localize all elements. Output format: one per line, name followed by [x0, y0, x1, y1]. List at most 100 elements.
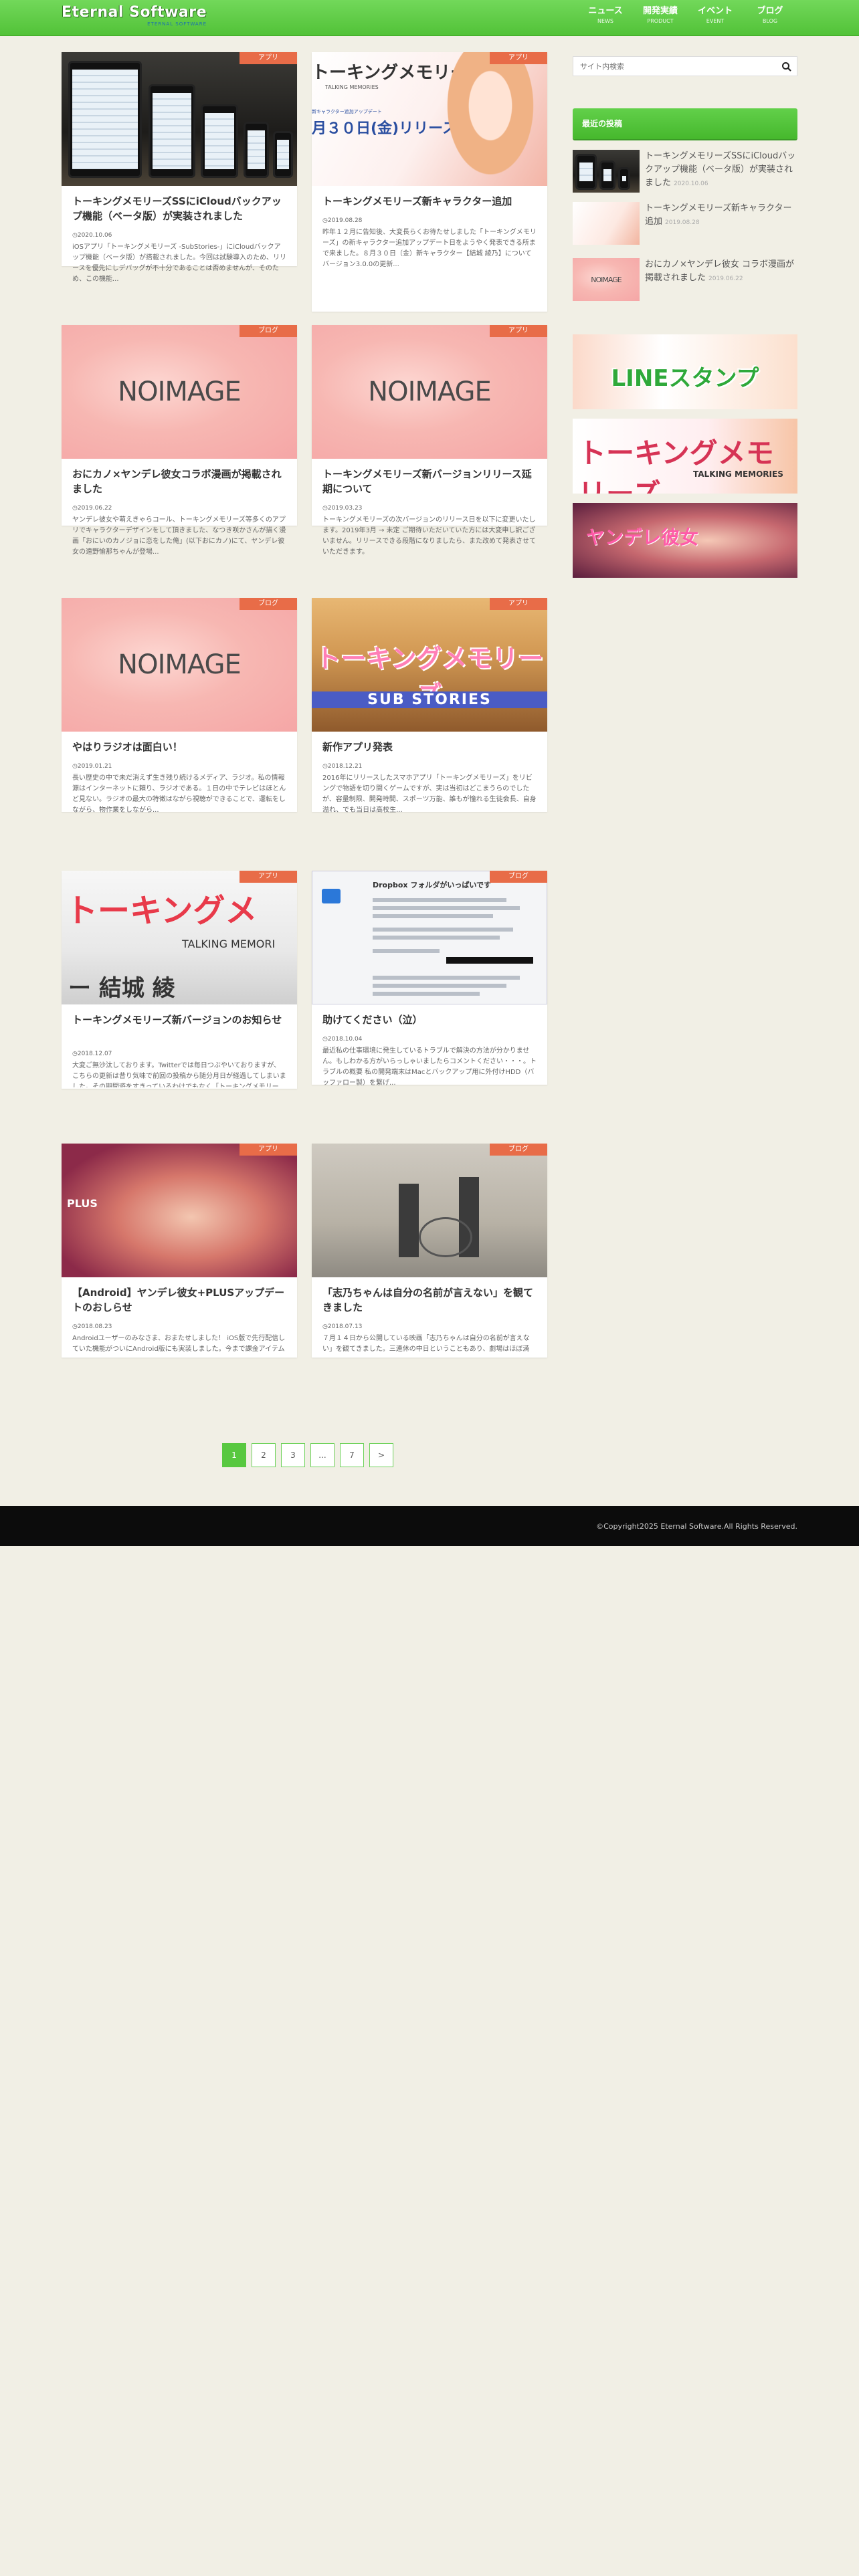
post-thumbnail[interactable]: PLUS	[62, 1144, 297, 1277]
dropbox-icon	[322, 889, 341, 903]
search-input[interactable]	[573, 57, 774, 76]
post-excerpt: 最近私の仕事環境に発生しているトラブルで解決の方法が分かりません。もしわかる方が…	[322, 1047, 537, 1087]
post-title[interactable]: トーキングメモリーズ新キャラクター追加	[322, 194, 538, 209]
post-excerpt: Androidユーザーのみなさま、おまたせしました！ iOS版で先行配信していた…	[72, 1335, 286, 1353]
nav-item-blog[interactable]: ブログ BLOG	[743, 5, 797, 25]
no-image-placeholder: NOIMAGE	[312, 325, 547, 459]
sub-stories-image: トーキングメモリーズ SUB STORIES	[312, 598, 547, 732]
category-badge[interactable]: アプリ	[240, 871, 297, 883]
recent-post-date: 2020.10.06	[674, 181, 708, 187]
page-2[interactable]: 2	[252, 1443, 276, 1467]
post-card[interactable]: トーキングメモリーズ SUB STORIES アプリ 新作アプリ発表 2018.…	[312, 598, 547, 814]
recent-post-thumbnail[interactable]	[573, 202, 640, 245]
yuki-ayano-image: トーキングメ TALKING MEMORI ー 結城 綾	[62, 871, 297, 1004]
post-card[interactable]: NOIMAGE ブログ やはりラジオは面白い！ 2019.01.21 長い歴史の…	[62, 598, 297, 814]
category-badge[interactable]: アプリ	[490, 325, 547, 337]
page-ellipsis: ...	[310, 1443, 335, 1467]
recent-post-title[interactable]: トーキングメモリーズSSにiCloudバックアップ機能（ベータ版）が実装されまし…	[645, 151, 795, 188]
nav-sublabel: BLOG	[762, 18, 778, 24]
yandere-kanojo-banner[interactable]: ヤンデレ彼女	[573, 503, 797, 578]
recent-post-text: トーキングメモリーズSSにiCloudバックアップ機能（ベータ版）が実装されまし…	[645, 150, 797, 191]
post-excerpt: 2016年にリリースしたスマホアプリ「トーキングメモリーズ」をリビングで物語を切…	[322, 774, 537, 814]
site-header: Eternal Software ETERNAL SOFTWARE ニュース N…	[0, 0, 859, 36]
nav-item-event[interactable]: イベント EVENT	[688, 5, 743, 25]
post-title[interactable]: トーキングメモリーズSSにiCloudバックアップ機能（ベータ版）が実装されまし…	[72, 194, 288, 223]
nav-item-product[interactable]: 開発実績 PRODUCT	[633, 5, 688, 25]
post-title[interactable]: 助けてください（泣）	[322, 1012, 538, 1027]
post-excerpt: ヤンデレ彼女や萌えきゃらコール、トーキングメモリーズ等多くのアプリでキャラクター…	[72, 516, 286, 556]
pagination: 1 2 3 ... 7 >	[222, 1443, 399, 1467]
nav-label: ブログ	[757, 6, 783, 16]
post-title[interactable]: トーキングメモリーズ新バージョンリリース延期について	[322, 467, 538, 496]
recent-post-item[interactable]: トーキングメモリーズ新キャラクター追加 2019.08.28	[573, 202, 797, 247]
phones-image	[62, 52, 297, 186]
post-card[interactable]: トーキングメモリーズ TALKING MEMORIES 新キャラクター追加アップ…	[312, 52, 547, 312]
category-badge[interactable]: ブログ	[240, 325, 297, 337]
category-badge[interactable]: ブログ	[490, 871, 547, 883]
page-7[interactable]: 7	[340, 1443, 364, 1467]
post-thumbnail[interactable]	[312, 1144, 547, 1277]
talking-memories-release-image: トーキングメモリーズ TALKING MEMORIES 新キャラクター追加アップ…	[312, 52, 547, 186]
recent-post-text: トーキングメモリーズ新キャラクター追加 2019.08.28	[645, 202, 797, 229]
no-image-placeholder: NOIMAGE	[62, 598, 297, 732]
post-thumbnail[interactable]: Dropbox フォルダがいっぱいです	[312, 871, 547, 1004]
post-card[interactable]: PLUS アプリ 【Android】ヤンデレ彼女+PLUSアップデートのおしらせ…	[62, 1144, 297, 1358]
post-excerpt: 昨年１２月に告知後、大変長らくお待たせしました「トーキングメモリーズ」の新キャラ…	[322, 229, 537, 268]
post-card[interactable]: Dropbox フォルダがいっぱいです ブログ 助けてください（泣） 2018.…	[312, 871, 547, 1087]
character-illustration	[440, 52, 541, 186]
post-thumbnail[interactable]: NOIMAGE	[62, 325, 297, 459]
post-excerpt: 大変ご無沙汰しております。Twitterでは毎日つぶやいておりますが、こちらの更…	[72, 1062, 286, 1087]
post-card[interactable]: NOIMAGE ブログ おにカノ×ヤンデレ彼女コラボ漫画が掲載されました 201…	[62, 325, 297, 556]
post-date: 2018.10.04	[322, 1035, 363, 1043]
category-badge[interactable]: ブログ	[490, 1144, 547, 1156]
post-card[interactable]: NOIMAGE アプリ トーキングメモリーズ新バージョンリリース延期について 2…	[312, 325, 547, 556]
post-date: 2018.08.23	[72, 1323, 112, 1331]
post-card[interactable]: アプリ トーキングメモリーズSSにiCloudバックアップ機能（ベータ版）が実装…	[62, 52, 297, 283]
post-date: 2019.08.28	[322, 217, 363, 225]
recent-post-thumbnail[interactable]: NOIMAGE	[573, 258, 640, 301]
post-title[interactable]: 新作アプリ発表	[322, 740, 538, 754]
banner-sublabel: TALKING MEMORIES	[693, 469, 783, 479]
post-card[interactable]: ブログ 「志乃ちゃんは自分の名前が言えない」を観てきました 2018.07.13…	[312, 1144, 547, 1358]
page-3[interactable]: 3	[281, 1443, 305, 1467]
category-badge[interactable]: アプリ	[240, 52, 297, 64]
post-excerpt: 長い歴史の中で未だ消えず生き残り続けるメディア、ラジオ。私の情報源はインターネッ…	[72, 774, 286, 814]
image-caption-title: Dropbox フォルダがいっぱいです	[373, 881, 492, 889]
post-date: 2019.01.21	[72, 762, 112, 770]
post-title[interactable]: トーキングメモリーズ新バージョンのお知らせ	[72, 1012, 288, 1027]
post-card[interactable]: トーキングメ TALKING MEMORI ー 結城 綾 アプリ トーキングメモ…	[62, 871, 297, 1089]
post-thumbnail[interactable]	[62, 52, 297, 186]
post-date: 2018.12.07	[72, 1050, 112, 1058]
recent-post-thumbnail[interactable]	[573, 150, 640, 193]
post-title[interactable]: おにカノ×ヤンデレ彼女コラボ漫画が掲載されました	[72, 467, 288, 496]
category-badge[interactable]: アプリ	[240, 1144, 297, 1156]
next-page-button[interactable]: >	[369, 1443, 393, 1467]
no-image-placeholder: NOIMAGE	[62, 325, 297, 459]
talking-memories-banner[interactable]: トーキングメモリーズ TALKING MEMORIES	[573, 419, 797, 494]
banner-label: ヤンデレ彼女	[586, 526, 699, 548]
no-image-placeholder: NOIMAGE	[573, 258, 640, 301]
post-excerpt: ７月１４日から公開している映画「志乃ちゃんは自分の名前が言えない」を観てきました…	[322, 1335, 530, 1353]
category-badge[interactable]: アプリ	[490, 52, 547, 64]
page-1[interactable]: 1	[222, 1443, 246, 1467]
post-title[interactable]: 「志乃ちゃんは自分の名前が言えない」を観てきました	[322, 1285, 538, 1315]
nav-label: ニュース	[588, 6, 623, 16]
logo-subtext: ETERNAL SOFTWARE	[147, 21, 207, 27]
recent-post-item[interactable]: トーキングメモリーズSSにiCloudバックアップ機能（ベータ版）が実装されまし…	[573, 150, 797, 195]
post-date: 2020.10.06	[72, 231, 112, 239]
site-logo[interactable]: Eternal Software ETERNAL SOFTWARE	[62, 4, 207, 29]
post-thumbnail[interactable]: トーキングメ TALKING MEMORI ー 結城 綾	[62, 871, 297, 1004]
category-badge[interactable]: ブログ	[240, 598, 297, 610]
nav-item-news[interactable]: ニュース NEWS	[578, 5, 633, 25]
line-stamp-banner[interactable]: LINEスタンプ	[573, 334, 797, 409]
nav-label: 開発実績	[642, 6, 678, 16]
post-thumbnail[interactable]: トーキングメモリーズ SUB STORIES	[312, 598, 547, 732]
category-badge[interactable]: アプリ	[490, 598, 547, 610]
post-thumbnail[interactable]: NOIMAGE	[62, 598, 297, 732]
post-title[interactable]: 【Android】ヤンデレ彼女+PLUSアップデートのおしらせ	[72, 1285, 288, 1315]
post-thumbnail[interactable]: トーキングメモリーズ TALKING MEMORIES 新キャラクター追加アップ…	[312, 52, 547, 186]
post-title[interactable]: やはりラジオは面白い！	[72, 740, 288, 754]
post-thumbnail[interactable]: NOIMAGE	[312, 325, 547, 459]
search-icon[interactable]	[781, 61, 793, 73]
recent-post-item[interactable]: NOIMAGE おにカノ×ヤンデレ彼女 コラボ漫画が掲載されました 2019.06…	[573, 258, 797, 304]
